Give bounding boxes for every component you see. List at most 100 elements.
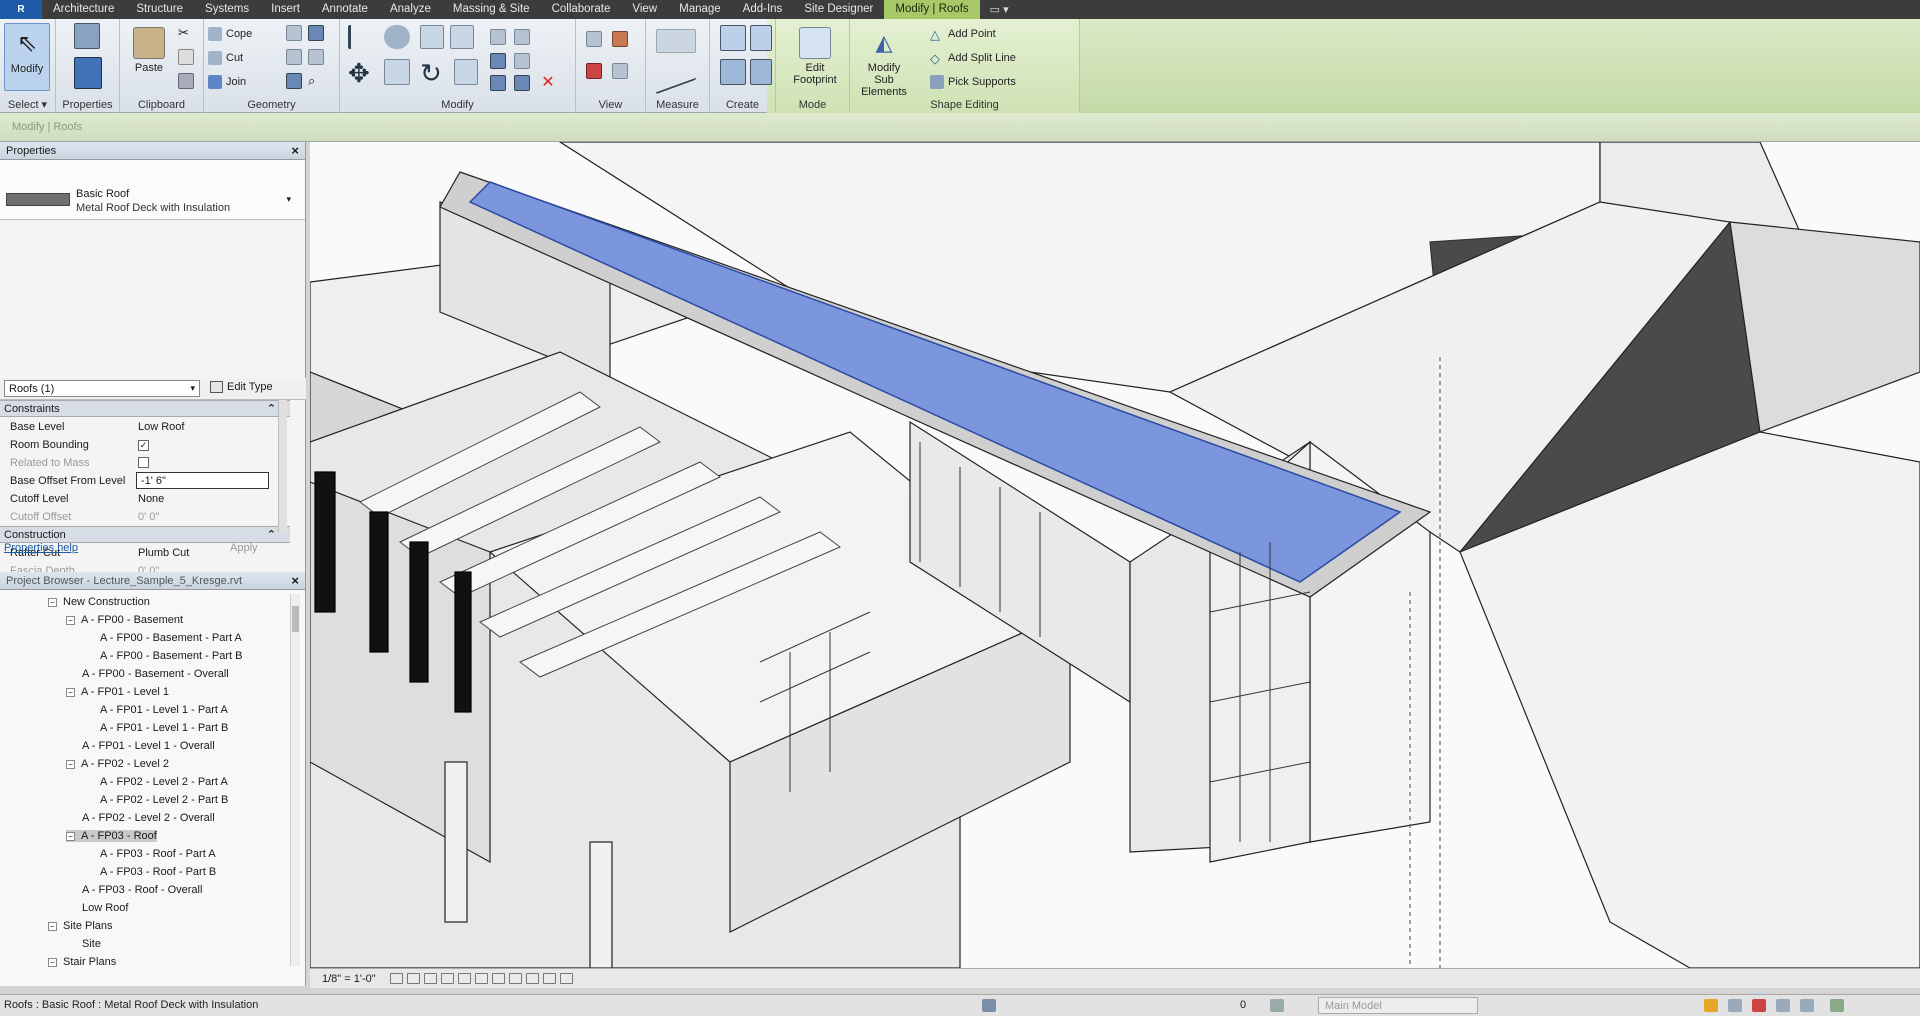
split-gap-icon[interactable] <box>514 29 530 45</box>
delete-x-icon[interactable]: ✕ <box>540 75 556 91</box>
browser-scroll-thumb[interactable] <box>292 606 299 632</box>
property-value[interactable]: ✓ <box>138 439 149 451</box>
ribbon-tab-massing-site[interactable]: Massing & Site <box>442 0 541 19</box>
cut-geometry-button[interactable]: Cut <box>208 49 243 67</box>
filter-icon[interactable] <box>1830 999 1844 1012</box>
hide-in-view-icon[interactable] <box>586 31 602 47</box>
collapse-chevron-icon[interactable]: ⌃ <box>267 528 276 541</box>
browser-item[interactable]: − Site Plans <box>48 920 113 932</box>
edit-footprint-button[interactable]: Edit Footprint <box>786 23 844 91</box>
reveal-hidden-icon[interactable] <box>542 973 556 984</box>
ribbon-tab-view[interactable]: View <box>621 0 668 19</box>
properties-help-link[interactable]: Properties help <box>4 542 78 554</box>
create-group-icon[interactable] <box>720 59 746 85</box>
aligned-dimension-icon[interactable] <box>656 55 696 95</box>
ribbon-tab-insert[interactable]: Insert <box>260 0 311 19</box>
pin-icon[interactable] <box>490 75 506 91</box>
properties-icon[interactable] <box>74 57 102 89</box>
type-dropdown-chevron-icon[interactable]: ▾ <box>286 194 291 205</box>
browser-item[interactable]: A - FP03 - Roof - Part B <box>100 866 216 878</box>
browser-item[interactable]: A - FP03 - Roof - Overall <box>82 884 202 896</box>
ribbon-tab-modify-roofs[interactable]: Modify | Roofs <box>884 0 980 19</box>
tree-toggle-icon[interactable]: − <box>66 759 75 769</box>
tree-toggle-icon[interactable]: − <box>48 597 57 607</box>
show-crop-icon[interactable] <box>491 973 505 984</box>
tree-toggle-icon[interactable]: − <box>48 921 57 931</box>
view-scale[interactable]: 1/8" = 1'-0" <box>322 973 376 985</box>
ribbon-tab-structure[interactable]: Structure <box>125 0 194 19</box>
browser-item[interactable]: Low Roof <box>82 902 128 914</box>
copy-icon[interactable] <box>178 49 194 65</box>
drag-elements-icon[interactable] <box>1800 999 1814 1012</box>
tree-toggle-icon[interactable]: − <box>66 615 75 625</box>
add-point-button[interactable]: △ Add Point <box>930 25 996 43</box>
application-menu-button[interactable]: R <box>0 0 42 19</box>
linework-icon[interactable] <box>586 63 602 79</box>
cope-button[interactable]: Cope <box>208 25 252 43</box>
browser-item[interactable]: A - FP00 - Basement - Part B <box>100 650 242 662</box>
browser-item[interactable]: − A - FP01 - Level 1 <box>66 686 169 698</box>
browser-item[interactable]: − A - FP00 - Basement <box>66 614 183 626</box>
ribbon-minimize-toggle[interactable]: ▭ ▾ <box>980 3 1019 16</box>
select-pinned-icon[interactable] <box>1752 999 1766 1012</box>
analytical-model-icon[interactable] <box>559 973 573 984</box>
property-value[interactable]: Low Roof <box>138 421 184 433</box>
modify-button[interactable]: ⇖ Modify <box>4 23 50 91</box>
mirror-axis-icon[interactable] <box>420 25 444 49</box>
browser-item[interactable]: − A - FP02 - Level 2 <box>66 758 169 770</box>
browser-item[interactable]: A - FP01 - Level 1 - Part B <box>100 722 228 734</box>
modify-sub-elements-button[interactable]: ◭ Modify Sub Elements <box>850 23 918 98</box>
measure-distance-icon[interactable] <box>656 29 696 53</box>
property-value[interactable]: None <box>138 493 164 505</box>
ribbon-tab-systems[interactable]: Systems <box>194 0 260 19</box>
east-wall[interactable] <box>1729 221 1920 433</box>
tree-toggle-icon[interactable]: − <box>66 687 75 697</box>
unpin-icon[interactable] <box>514 75 530 91</box>
ribbon-tab-architecture[interactable]: Architecture <box>42 0 125 19</box>
ribbon-tab-manage[interactable]: Manage <box>668 0 732 19</box>
magnifier-icon[interactable]: ⌕ <box>308 73 324 89</box>
detail-level-icon[interactable] <box>389 973 403 984</box>
browser-item[interactable]: − New Construction <box>48 596 150 608</box>
crop-view-icon[interactable] <box>474 973 488 984</box>
rotate-icon[interactable]: ↻ <box>420 59 448 87</box>
select-underlay-icon[interactable] <box>1728 999 1742 1012</box>
browser-item[interactable]: A - FP02 - Level 2 - Overall <box>82 812 215 824</box>
editable-only-icon[interactable] <box>1270 999 1284 1012</box>
panel-label-select[interactable]: Select ▾ <box>0 98 55 111</box>
ribbon-tab-add-ins[interactable]: Add-Ins <box>732 0 794 19</box>
section-constraints[interactable]: Constraints ⌃ <box>0 400 290 417</box>
wall-joins-icon[interactable] <box>286 49 302 65</box>
browser-item[interactable]: Site <box>82 938 101 950</box>
browser-item[interactable]: A - FP00 - Basement - Overall <box>82 668 229 680</box>
browser-scrollbar[interactable] <box>290 594 300 966</box>
3d-view-canvas[interactable] <box>310 142 1920 968</box>
instance-filter-select[interactable]: Roofs (1) ▾ <box>4 380 200 397</box>
property-row[interactable]: Room Bounding ✓ <box>0 436 290 454</box>
collapse-chevron-icon[interactable]: ⌃ <box>267 402 276 415</box>
property-row[interactable]: Base Level Low Roof <box>0 418 290 436</box>
property-row[interactable]: Base Offset From Level -1' 6" <box>0 472 290 490</box>
match-properties-icon[interactable] <box>178 73 194 89</box>
split-face-icon[interactable] <box>286 25 302 41</box>
tree-toggle-icon[interactable]: − <box>66 831 75 841</box>
browser-item[interactable]: − Stair Plans <box>48 956 116 968</box>
create-assembly-icon[interactable] <box>720 25 746 51</box>
project-browser-close-icon[interactable]: × <box>291 573 299 588</box>
mirror-draw-icon[interactable] <box>450 25 474 49</box>
pick-icon[interactable] <box>286 73 302 89</box>
design-option-select[interactable]: Main Model <box>1318 997 1478 1014</box>
browser-item[interactable]: A - FP01 - Level 1 - Overall <box>82 740 215 752</box>
tree-toggle-icon[interactable]: − <box>48 957 57 967</box>
section-construction[interactable]: Construction ⌃ <box>0 526 290 543</box>
property-value[interactable]: Plumb Cut <box>138 547 189 559</box>
ribbon-tab-collaborate[interactable]: Collaborate <box>541 0 622 19</box>
view-list-icon[interactable] <box>612 63 628 79</box>
select-by-face-icon[interactable] <box>1776 999 1790 1012</box>
override-graphics-icon[interactable] <box>612 31 628 47</box>
move-icon[interactable]: ✥ <box>348 59 376 87</box>
offset-icon[interactable] <box>384 25 410 49</box>
checkbox[interactable]: ✓ <box>138 440 149 451</box>
paste-button[interactable]: Paste <box>126 23 172 91</box>
property-row[interactable]: Related to Mass <box>0 454 290 472</box>
